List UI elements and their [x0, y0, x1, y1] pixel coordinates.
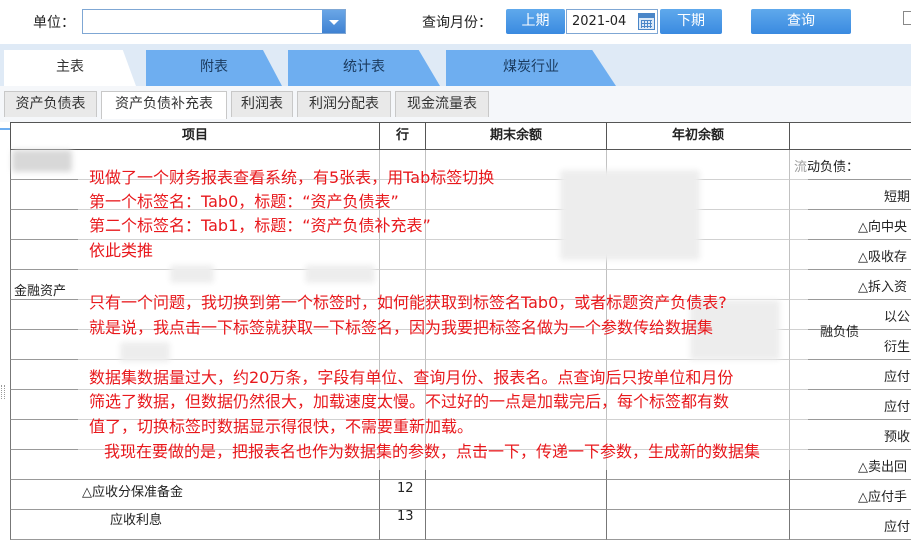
table-cell	[10, 480, 380, 510]
note-line: 依此类推	[89, 241, 154, 260]
table-cell	[607, 510, 790, 540]
row-number: 13	[397, 509, 414, 524]
tab-main[interactable]: 主表	[4, 50, 136, 86]
report-viewer: 单位： 查询月份： 上期 2021-04 下期 查询 主表 附表 统计表 煤炭行…	[0, 0, 911, 540]
header-row-no: 行	[380, 122, 426, 150]
row-number: 12	[397, 481, 414, 496]
right-row-label: △拆入资	[858, 280, 907, 295]
query-button[interactable]: 查询	[751, 9, 851, 34]
note-line: 就是说，我点击一下标签就获取一下标签名，因为我要把标签名做为一个参数传给数据集	[89, 318, 714, 337]
tab-appendix[interactable]: 附表	[146, 50, 282, 86]
blurred-region	[12, 150, 72, 172]
unit-select[interactable]	[82, 9, 346, 34]
month-value: 2021-04	[572, 14, 627, 29]
note-line: 只有一个问题，我切换到第一个标签时，如何能获取到标签名Tab0，或者标题资产负债…	[89, 293, 727, 312]
table-cell	[10, 510, 380, 540]
header-item: 项目	[10, 122, 380, 150]
right-row-label: △应付手	[858, 490, 907, 505]
tab-statistics[interactable]: 统计表	[288, 50, 440, 86]
header-extra	[790, 122, 911, 150]
row-label-interest-receivable: 应收利息	[110, 513, 163, 528]
header-end-balance: 期末余额	[426, 122, 607, 150]
tab-cash-flow[interactable]: 现金流量表	[395, 91, 489, 117]
note-line: 数据集数据量过大，约20万条，字段有单位、查询月份、报表名。点查询后只按单位和月…	[89, 368, 734, 387]
prev-period-button[interactable]: 上期	[506, 9, 565, 34]
table-cell	[426, 510, 607, 540]
right-row-label: 以公	[884, 310, 911, 325]
note-line: 现做了一个财务报表查看系统，有5张表，用Tab标签切换	[89, 168, 495, 187]
tab-balance-supplement[interactable]: 资产负债补充表	[101, 91, 227, 119]
row-label-financial-assets: 金融资产	[14, 284, 67, 299]
right-row-label: △向中央	[858, 220, 907, 235]
resize-handle[interactable]	[1, 385, 5, 399]
sub-tab-strip: 资产负债表 资产负债补充表 利润表 利润分配表 现金流量表	[0, 86, 911, 122]
row-label-reinsurance-reserve: △应收分保准备金	[82, 485, 183, 500]
month-label: 查询月份：	[422, 15, 492, 31]
right-row-label: △卖出回	[858, 460, 907, 475]
next-period-button[interactable]: 下期	[660, 9, 722, 34]
tab-coal-industry[interactable]: 煤炭行业	[446, 50, 616, 86]
right-row-label: 应付	[884, 400, 911, 415]
tab-income-statement[interactable]: 利润表	[231, 91, 293, 117]
note-line: 我现在要做的是，把报表名也作为数据集的参数，点击一下，传递一下参数，生成新的数据…	[104, 442, 761, 461]
right-row-label: 衍生	[884, 340, 911, 355]
table-cell	[607, 480, 790, 510]
note-line: 第一个标签名：Tab0，标题：“资产负债表”	[89, 192, 399, 211]
right-row-label: 应付	[884, 520, 911, 535]
tab-balance-sheet[interactable]: 资产负债表	[4, 91, 97, 117]
right-row-label: 应付	[884, 370, 911, 385]
query-toolbar: 单位： 查询月份： 上期 2021-04 下期 查询	[0, 0, 911, 44]
table-cell	[426, 480, 607, 510]
header-begin-balance: 年初余额	[607, 122, 790, 150]
main-tab-strip: 主表 附表 统计表 煤炭行业	[0, 44, 911, 130]
note-line: 筛选了数据，但数据仍然很大，加载速度太慢。不过好的一点是加载完后，每个标签都有数	[89, 392, 730, 411]
calendar-icon[interactable]	[638, 13, 655, 30]
right-row-label: 短期	[884, 190, 911, 205]
right-row-label: 预收	[884, 430, 911, 445]
chevron-down-icon[interactable]	[322, 10, 345, 33]
row-label-financial-liabilities: 融负债	[820, 325, 860, 340]
unit-label: 单位：	[33, 15, 75, 31]
note-line: 第二个标签名：Tab1，标题：“资产负债补充表”	[89, 216, 431, 235]
option-checkbox[interactable]	[903, 11, 911, 25]
note-line: 值了，切换标签时数据显示得很快，不需要重新加载。	[89, 417, 474, 436]
month-field[interactable]: 2021-04	[566, 9, 658, 34]
tab-profit-distribution[interactable]: 利润分配表	[297, 91, 391, 117]
right-row-label: △吸收存	[858, 250, 907, 265]
